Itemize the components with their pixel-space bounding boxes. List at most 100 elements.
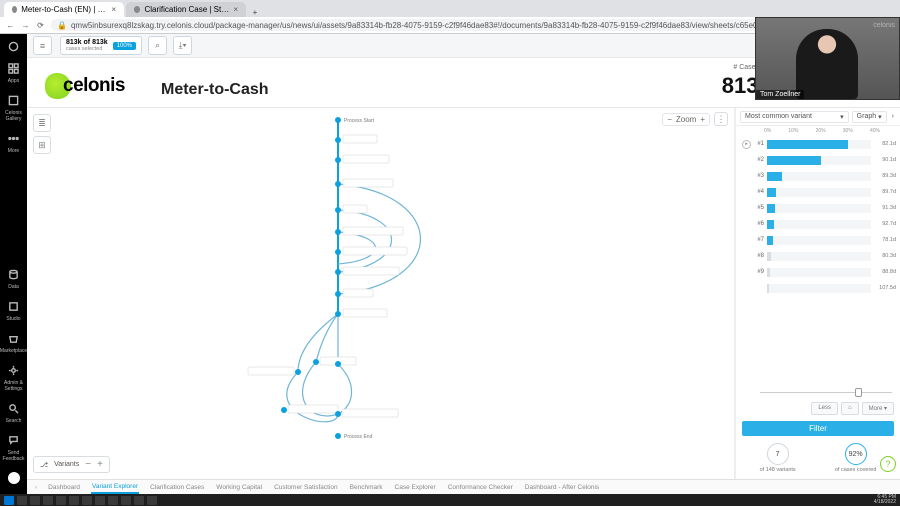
variant-bar-row[interactable]: ▸#182.1d <box>742 136 896 152</box>
filter-button[interactable]: Filter <box>742 421 894 436</box>
feedback-icon[interactable] <box>8 434 20 446</box>
variant-bar-row[interactable]: ▸#692.7d <box>742 216 896 232</box>
less-button[interactable]: Less <box>811 402 838 415</box>
sheet-tab[interactable]: Conformance Checker <box>447 482 514 493</box>
taskbar-icon[interactable] <box>95 496 105 505</box>
sheet-tab[interactable]: Customer Satisfaction <box>273 482 339 493</box>
chart-mode-icon[interactable]: ≣ <box>33 114 51 132</box>
sheet-tabs: ‹ Dashboard Variant Explorer Clarification… <box>27 479 900 494</box>
back-icon[interactable]: ← <box>6 21 15 30</box>
variant-slider[interactable] <box>760 388 892 398</box>
taskbar-icon[interactable] <box>108 496 118 505</box>
slider-knob[interactable] <box>855 388 862 397</box>
rail-label: Admin & Settings <box>0 380 27 392</box>
rail-label: Data <box>8 284 19 290</box>
home-button[interactable]: ⌂ <box>841 402 859 415</box>
user-avatar[interactable] <box>8 472 20 484</box>
play-icon[interactable]: ▸ <box>742 140 751 149</box>
variant-count-stat: 7 of 148 variants <box>760 443 796 473</box>
address-bar[interactable]: 🔒 qmw5inbsurexq8lzskag.try.celonis.cloud… <box>51 19 789 31</box>
gallery-icon[interactable] <box>8 94 20 106</box>
variant-value: 89.3d <box>874 173 896 179</box>
variant-sort-dropdown[interactable]: Most common variant ▾ <box>740 111 849 123</box>
menu-toggle[interactable]: ≡ <box>33 36 52 55</box>
variant-value: 90.1d <box>874 157 896 163</box>
chevron-right-icon[interactable]: › <box>890 113 896 120</box>
sheet-tab[interactable]: Case Explorer <box>394 482 437 493</box>
taskbar-icon[interactable] <box>82 496 92 505</box>
bar-track <box>767 252 871 261</box>
taskbar-icon[interactable] <box>147 496 157 505</box>
taskbar-icon[interactable] <box>121 496 131 505</box>
taskbar-icon[interactable] <box>30 496 40 505</box>
rail-label: Send Feedback <box>0 450 27 462</box>
variants-control[interactable]: ⎇ Variants − + <box>33 456 110 473</box>
close-icon[interactable]: × <box>111 5 116 14</box>
sheet-tab[interactable]: Clarification Cases <box>149 482 205 493</box>
start-button[interactable] <box>4 496 14 505</box>
filter-chip[interactable]: ⌕ <box>148 36 167 55</box>
sheet-tab[interactable]: Dashboard <box>47 482 81 493</box>
sheet-tab[interactable]: Dashboard - After Celonis <box>524 482 600 493</box>
taskbar-icon[interactable] <box>56 496 66 505</box>
new-tab-button[interactable]: + <box>248 8 262 17</box>
browser-tab[interactable]: Clarification Case | Studio × <box>126 2 246 17</box>
settings-icon[interactable] <box>8 364 20 376</box>
variant-bar-row[interactable]: ▸#290.1d <box>742 152 896 168</box>
data-icon[interactable] <box>8 268 20 280</box>
stat-value: 7 <box>767 443 789 465</box>
tabs-prev-icon[interactable]: ‹ <box>35 484 37 491</box>
zoom-control[interactable]: − Zoom + <box>662 113 710 126</box>
export-chip[interactable]: ⤓▾ <box>173 36 192 55</box>
sheet-tab[interactable]: Variant Explorer <box>91 481 139 494</box>
variant-bar-row[interactable]: ▸#591.3d <box>742 200 896 216</box>
map-mode-icon[interactable]: ⊞ <box>33 136 51 154</box>
help-button[interactable]: ? <box>880 456 896 472</box>
variant-value: 88.8d <box>874 269 896 275</box>
reload-icon[interactable]: ⟳ <box>36 21 45 30</box>
variant-value: 92.7d <box>874 221 896 227</box>
studio-icon[interactable] <box>8 300 20 312</box>
variant-bar-row[interactable]: ▸#489.7d <box>742 184 896 200</box>
marketplace-icon[interactable] <box>8 332 20 344</box>
taskbar-icon[interactable] <box>43 496 53 505</box>
bar-track <box>767 268 871 277</box>
variant-rank: #9 <box>754 269 764 275</box>
forward-icon[interactable]: → <box>21 21 30 30</box>
system-clock[interactable]: 6:45 PM 4/18/2022 <box>874 495 896 505</box>
sheet-tab[interactable]: Benchmark <box>349 482 384 493</box>
sheet-tab[interactable]: Working Capital <box>215 482 263 493</box>
case-selection-pill[interactable]: 813k of 813k cases selected 100% <box>60 36 142 55</box>
view-mode-dropdown[interactable]: Graph ▾ <box>852 111 887 123</box>
process-title: Meter-to-Cash <box>161 81 269 99</box>
variant-bar-row[interactable]: ▸#988.8d <box>742 264 896 280</box>
zoom-out-icon[interactable]: − <box>667 115 672 124</box>
variant-value: 91.3d <box>874 205 896 211</box>
process-canvas[interactable]: ≣ ⊞ − Zoom + ⋮ <box>27 108 735 479</box>
variants-icon: ⎇ <box>40 461 48 469</box>
celonis-logo-icon[interactable] <box>8 40 20 52</box>
variant-bar-row[interactable]: ▸#389.3d <box>742 168 896 184</box>
variants-less-icon[interactable]: − <box>85 459 91 470</box>
apps-icon[interactable] <box>8 62 20 74</box>
variant-value: 107.5d <box>874 285 896 291</box>
selection-pct-badge: 100% <box>113 42 136 50</box>
more-icon[interactable] <box>8 132 20 144</box>
taskbar-icon[interactable] <box>134 496 144 505</box>
search-icon[interactable] <box>8 402 20 414</box>
variant-bar-row[interactable]: ▸107.5d <box>742 280 896 296</box>
browser-tab[interactable]: Meter-to-Cash (EN) | Business V × <box>4 2 124 17</box>
variants-more-icon[interactable]: + <box>97 459 103 470</box>
clock-date: 4/18/2022 <box>874 500 896 505</box>
variant-bar-row[interactable]: ▸#880.3d <box>742 248 896 264</box>
variant-rank: #4 <box>754 189 764 195</box>
taskbar-icon[interactable] <box>69 496 79 505</box>
more-button[interactable]: More ▾ <box>862 402 894 415</box>
close-icon[interactable]: × <box>233 5 238 14</box>
variant-rank: #1 <box>754 141 764 147</box>
variant-bar-row[interactable]: ▸#778.1d <box>742 232 896 248</box>
settings-icon[interactable]: ⋮ <box>714 112 728 126</box>
zoom-in-icon[interactable]: + <box>700 115 705 124</box>
taskbar-icon[interactable] <box>17 496 27 505</box>
video-thumbnail[interactable]: celonis Tom Zoellner <box>755 17 900 100</box>
